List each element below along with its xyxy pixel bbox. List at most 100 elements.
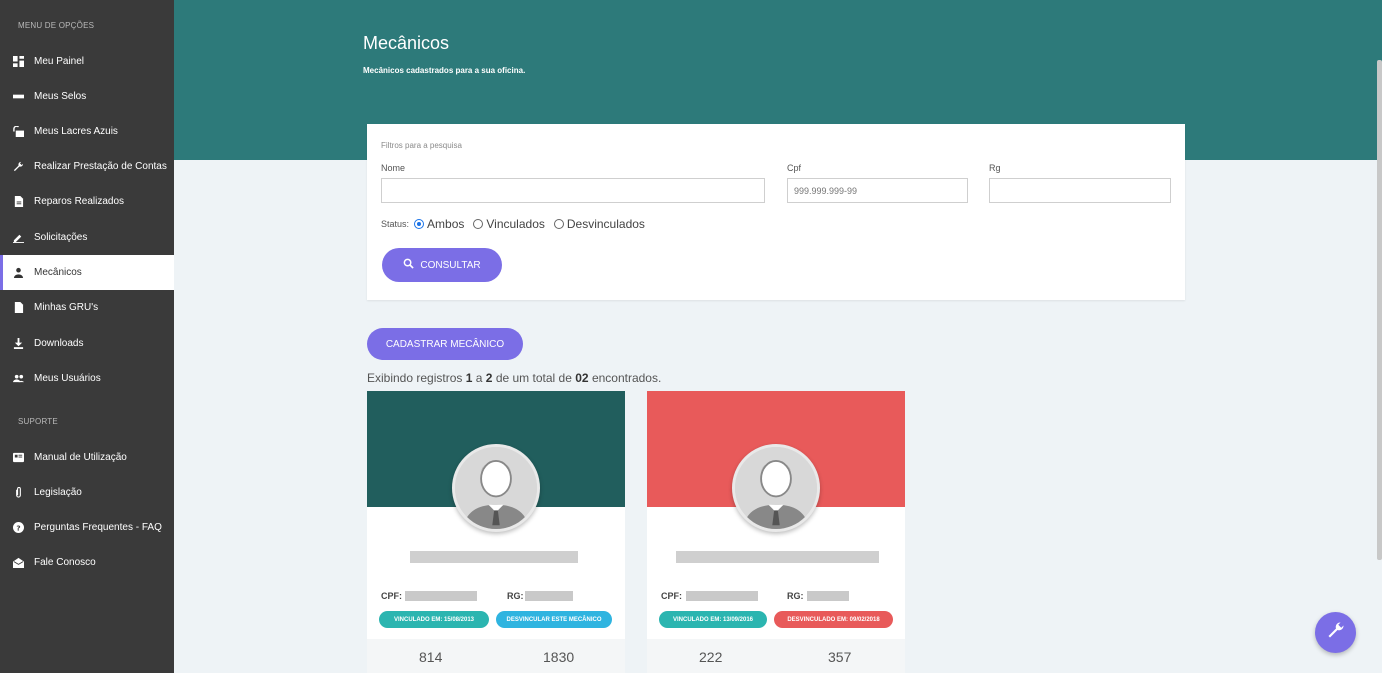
sidebar-item-label: Minhas GRU's: [34, 302, 99, 313]
users-icon: [12, 373, 24, 385]
sidebar-item-meu-painel[interactable]: Meu Painel: [0, 44, 174, 79]
sidebar-item-downloads[interactable]: Downloads: [0, 326, 174, 361]
status-option-label: Desvinculados: [566, 217, 645, 231]
radio-selected-icon[interactable]: [414, 219, 425, 229]
cpf-label: Cpf: [787, 163, 802, 173]
sidebar-item-manual[interactable]: Manual de Utilização: [0, 440, 174, 475]
records-sep: a: [475, 371, 483, 385]
sidebar-section-menu: MENU DE OPÇÕES: [18, 21, 95, 30]
avatar: [452, 444, 540, 532]
stat-value: 357: [828, 649, 852, 665]
person-icon: [12, 267, 24, 279]
svg-text:?: ?: [16, 523, 20, 532]
tools-floating-button[interactable]: [1315, 612, 1356, 653]
rg-value-redacted: [525, 591, 573, 601]
sidebar-item-label: Reparos Realizados: [34, 196, 125, 207]
cpf-label: CPF:: [381, 591, 402, 601]
search-icon: [403, 258, 420, 272]
status-option-vinculados[interactable]: Vinculados: [473, 217, 545, 231]
filter-panel: Filtros para a pesquisa Nome Cpf Rg Stat…: [367, 124, 1185, 300]
status-filter: Status: Ambos Vinculados Desvinculados: [381, 217, 654, 231]
records-prefix: Exibindo registros: [367, 371, 463, 385]
sidebar-item-label: Meu Painel: [34, 56, 85, 67]
records-suffix: encontrados.: [591, 371, 662, 385]
sidebar-item-meus-lacres-azuis[interactable]: Meus Lacres Azuis: [0, 114, 174, 149]
wrench-icon: [12, 161, 24, 173]
records-from: 1: [465, 371, 473, 385]
sidebar-item-minhas-grus[interactable]: Minhas GRU's: [0, 290, 174, 325]
status-option-label: Vinculados: [486, 217, 545, 231]
sidebar-item-label: Meus Lacres Azuis: [34, 126, 118, 137]
unlink-mechanic-button[interactable]: DESVINCULAR ESTE MECÂNICO: [496, 611, 612, 628]
add-mechanic-button[interactable]: CADASTRAR MECÂNICO: [367, 328, 523, 360]
seal-icon: [12, 91, 24, 103]
rg-label: Rg: [989, 163, 1001, 173]
radio-icon[interactable]: [553, 219, 564, 229]
person-avatar-icon: [455, 447, 537, 529]
sidebar-item-solicitacoes[interactable]: Solicitações: [0, 220, 174, 255]
sidebar-item-faq[interactable]: ? Perguntas Frequentes - FAQ: [0, 510, 174, 545]
mechanic-name-redacted: [676, 551, 879, 563]
records-to: 2: [485, 371, 493, 385]
sidebar-item-label: Downloads: [34, 338, 84, 349]
records-mid: de um total de: [495, 371, 572, 385]
radio-icon[interactable]: [473, 219, 484, 229]
records-summary: Exibindo registros 1 a 2 de um total de …: [367, 371, 661, 385]
cpf-value-redacted: [686, 591, 758, 601]
pencil-icon: [12, 232, 24, 244]
cpf-input[interactable]: [787, 178, 968, 203]
status-option-ambos[interactable]: Ambos: [414, 217, 464, 231]
consult-button-label: CONSULTAR: [420, 259, 481, 271]
rg-input[interactable]: [989, 178, 1171, 203]
status-option-label: Ambos: [427, 217, 465, 231]
download-icon: [12, 338, 24, 350]
sidebar-section-support: SUPORTE: [18, 417, 58, 426]
rg-value-redacted: [807, 591, 849, 601]
rg-label: RG:: [787, 591, 804, 601]
sidebar-item-meus-usuarios[interactable]: Meus Usuários: [0, 361, 174, 396]
sidebar-item-label: Realizar Prestação de Contas: [34, 161, 167, 172]
sidebar-item-reparos-realizados[interactable]: Reparos Realizados: [0, 184, 174, 219]
lock-icon: [12, 126, 24, 138]
stat-value: 814: [419, 649, 443, 665]
consult-button[interactable]: CONSULTAR: [382, 248, 502, 282]
status-badge-linked: VINCULADO EM: 13/09/2016: [659, 611, 767, 628]
filter-legend: Filtros para a pesquisa: [381, 141, 462, 150]
sidebar-item-legislacao[interactable]: Legislação: [0, 475, 174, 510]
document-icon: [12, 196, 24, 208]
person-avatar-icon: [735, 447, 817, 529]
mail-icon: [12, 557, 24, 569]
card-stats: [367, 639, 625, 673]
mechanic-card: CPF: RG: VINCULADO EM: 15/08/2013 DESVIN…: [367, 391, 625, 673]
status-badge-unlinked: DESVINCULADO EM: 09/02/2018: [774, 611, 893, 628]
rg-label: RG:: [507, 591, 524, 601]
status-badge-linked: VINCULADO EM: 15/08/2013: [379, 611, 489, 628]
mechanic-name-redacted: [410, 551, 578, 563]
scrollbar[interactable]: [1377, 60, 1382, 560]
sidebar-item-meus-selos[interactable]: Meus Selos: [0, 79, 174, 114]
sidebar-item-label: Fale Conosco: [34, 557, 96, 568]
sidebar-item-label: Perguntas Frequentes - FAQ: [34, 522, 162, 533]
sidebar-item-label: Legislação: [34, 487, 82, 498]
sidebar-item-mecanicos[interactable]: Mecânicos: [0, 255, 174, 290]
status-label: Status:: [381, 219, 410, 229]
wrench-icon: [1327, 621, 1345, 644]
nome-label: Nome: [381, 163, 406, 173]
page-title: Mecânicos: [363, 33, 450, 53]
help-icon: ?: [12, 522, 24, 534]
sidebar-item-label: Solicitações: [34, 232, 88, 243]
nome-input[interactable]: [381, 178, 765, 203]
sidebar-item-prestacao-contas[interactable]: Realizar Prestação de Contas: [0, 149, 174, 184]
card-stats: [647, 639, 905, 673]
cpf-value-redacted: [405, 591, 477, 601]
status-option-desvinculados[interactable]: Desvinculados: [553, 217, 645, 231]
paperclip-icon: [12, 487, 24, 499]
sidebar-item-label: Meus Usuários: [34, 373, 101, 384]
sidebar: MENU DE OPÇÕES Meu Painel Meus Selos Meu…: [0, 0, 174, 673]
sidebar-item-label: Manual de Utilização: [34, 452, 127, 463]
mechanic-card: CPF: RG: VINCULADO EM: 13/09/2016 DESVIN…: [647, 391, 905, 673]
file-icon: [12, 302, 24, 314]
sidebar-item-fale-conosco[interactable]: Fale Conosco: [0, 545, 174, 580]
stat-value: 1830: [543, 649, 575, 665]
manual-icon: [12, 452, 24, 464]
